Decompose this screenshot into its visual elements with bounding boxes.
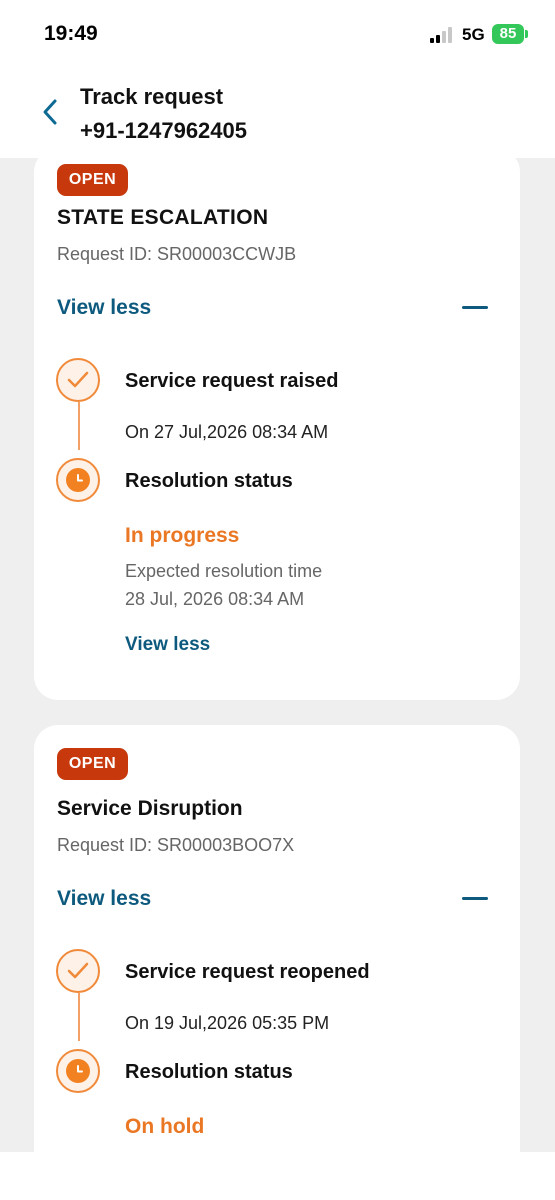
back-button[interactable] (36, 96, 66, 128)
expected-resolution-time: 28 Jul, 2026 08:34 AM (125, 589, 305, 609)
request-card: OPEN STATE ESCALATION Request ID: SR0000… (34, 158, 520, 700)
network-type: 5G (462, 25, 485, 44)
clock-icon (66, 1059, 90, 1083)
battery-tip (525, 30, 528, 38)
step-title: Resolution status (125, 1061, 293, 1083)
request-list[interactable]: OPEN STATE ESCALATION Request ID: SR0000… (0, 158, 555, 1152)
phone-number: +91-1247962405 (80, 118, 247, 143)
bottom-area (0, 1152, 555, 1200)
request-title: STATE ESCALATION (57, 206, 269, 229)
header: Track request +91-1247962405 (0, 70, 555, 158)
request-card: OPEN Service Disruption Request ID: SR00… (34, 725, 520, 1152)
timeline-connector (78, 993, 80, 1041)
chevron-left-icon (43, 99, 57, 125)
status-badge: OPEN (57, 164, 128, 196)
collapse-icon[interactable] (462, 306, 488, 309)
clock-icon (66, 468, 90, 492)
step-date: On 27 Jul,2026 08:34 AM (125, 422, 329, 442)
check-icon (67, 371, 89, 388)
collapse-icon[interactable] (462, 897, 488, 900)
resolution-status: In progress (125, 524, 240, 547)
view-less-toggle[interactable]: View less (57, 887, 151, 911)
request-id: Request ID: SR00003CCWJB (57, 244, 297, 264)
page-title: Track request (80, 84, 224, 109)
battery-icon: 85 (492, 24, 524, 44)
step-title: Resolution status (125, 470, 293, 492)
view-less-link[interactable]: View less (125, 634, 210, 656)
step-clock-icon (56, 458, 100, 502)
timeline-connector (78, 402, 80, 450)
request-id: Request ID: SR00003BOO7X (57, 835, 295, 855)
status-time: 19:49 (44, 22, 98, 45)
signal-strength-icon (430, 27, 456, 43)
request-title: Service Disruption (57, 797, 243, 820)
check-icon (67, 962, 89, 979)
step-date: On 19 Jul,2026 05:35 PM (125, 1013, 330, 1033)
resolution-status: On hold (125, 1115, 205, 1138)
status-bar: 19:49 5G 85 (0, 0, 555, 70)
step-check-icon (56, 949, 100, 993)
status-badge: OPEN (57, 748, 128, 780)
step-title: Service request raised (125, 370, 339, 392)
view-less-toggle[interactable]: View less (57, 296, 151, 320)
step-clock-icon (56, 1049, 100, 1093)
expected-resolution-label: Expected resolution time (125, 561, 323, 581)
step-title: Service request reopened (125, 961, 370, 983)
step-check-icon (56, 358, 100, 402)
